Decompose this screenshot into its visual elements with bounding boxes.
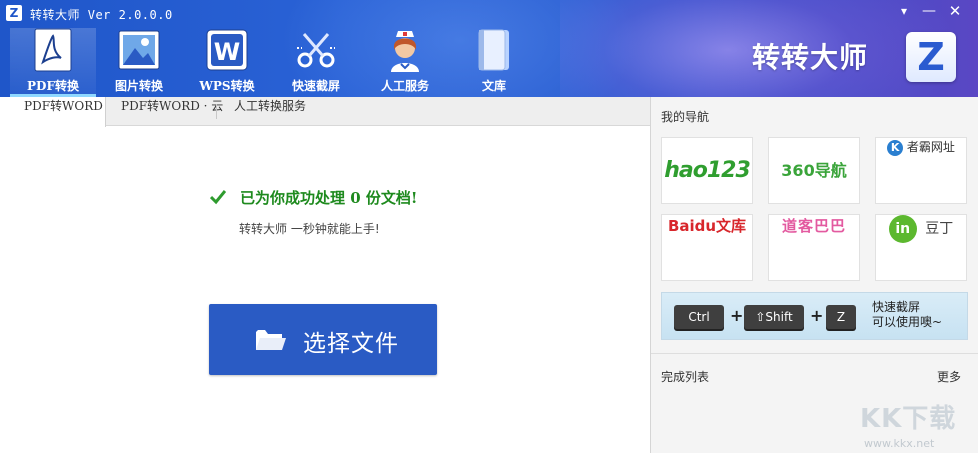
shortcut-caption-line2: 可以使用噢~ [872,315,943,329]
subtab-bar: PDF转WORD PDF转WORD · 云 人工转换服务 [0,97,650,127]
close-button[interactable]: ✕ [944,2,966,20]
book-icon [478,29,509,71]
toolbar-human-service-label: 人工服务 [380,79,429,93]
nav-tile-hao123[interactable]: hao123 [661,137,753,204]
status-message: 已为你成功处理 0 份文档! [240,189,418,207]
key-ctrl: Ctrl [674,305,724,329]
title-bar[interactable]: Z 转转大师 Ver 2.0.0.0 ▾ — ✕ [0,0,978,28]
completed-more-link[interactable]: 更多 [937,368,961,385]
pdf-icon [34,28,72,72]
toolbar-screenshot-label: 快速截屏 [291,79,340,93]
baidu-wenku-logo: Baidu文库 [667,217,747,235]
nav-tile-baidu-wenku[interactable]: Baidu文库 [661,214,753,281]
status-subtitle: 转转大师 一秒钟就能上手! [239,222,380,236]
docin-logo: 豆丁 [925,221,954,237]
select-file-button[interactable]: 选择文件 [209,304,437,375]
docin-badge-icon: in [888,215,917,243]
key-z: Z [826,305,856,329]
key-shift: ⇧Shift [744,305,804,329]
nav-title: 我的导航 [661,110,710,124]
k-badge-icon: K [887,139,904,156]
wps-icon: W [206,29,248,71]
toolbar-human-service[interactable]: 人工服务 [362,28,448,97]
completed-list-title: 完成列表 [661,370,710,384]
hao123-logo: hao123 [664,158,751,183]
window-title: 转转大师 Ver 2.0.0.0 [30,8,173,22]
app-logo-icon: Z [6,5,22,21]
nav-tile-kbd[interactable]: K 者霸网址 [875,137,967,204]
toolbar-wps-convert[interactable]: W WPS转换 [184,28,270,97]
settings-menu-button[interactable]: ▾ [893,2,915,20]
subtab-divider [216,104,217,119]
svg-text:W: W [214,38,240,66]
select-file-label: 选择文件 [303,331,399,357]
scissors-icon [297,33,335,68]
nav-tile-doc88[interactable]: 道客巴巴 [768,214,860,281]
nav-tile-docin[interactable]: in 豆丁 [875,214,967,281]
toolbar-screenshot[interactable]: 快速截屏 [273,28,359,97]
screenshot-shortcut-banner[interactable]: Ctrl + ⇧Shift + Z 快速截屏 可以使用噢~ [661,292,968,340]
kbd-logo: 者霸网址 [906,140,955,154]
360-logo: 360导航 [781,161,847,180]
tab-human-conversion[interactable]: 人工转换服务 [234,97,306,126]
tab-pdf-to-word-cloud[interactable]: PDF转WORD · 云 [121,97,223,126]
minimize-button[interactable]: — [918,2,940,20]
toolbar-library-label: 文库 [481,79,506,93]
toolbar-wps-label: WPS转换 [199,79,255,93]
watermark-logo: KK下载 [860,404,957,434]
nav-tile-360[interactable]: 360导航 [768,137,860,204]
app-header: Z 转转大师 Ver 2.0.0.0 ▾ — ✕ PDF转换 图片转换 W WP… [0,0,978,97]
watermark-url: www.kkx.net [864,437,935,450]
brand-name: 转转大师 [752,41,869,74]
convert-panel: PDF转WORD PDF转WORD · 云 人工转换服务 已为你成功处理 0 份… [0,97,650,453]
shortcut-caption: 快速截屏 可以使用噢~ [872,300,942,330]
toolbar-pdf-convert[interactable]: PDF转换 [10,28,96,97]
nurse-icon [391,31,419,72]
toolbar-image-label: 图片转换 [114,79,163,93]
plus-sign: + [810,306,824,325]
toolbar-library[interactable]: 文库 [451,28,537,97]
shortcut-caption-line1: 快速截屏 [872,300,921,314]
brand-logo-icon: Z [906,32,956,82]
plus-sign: + [730,306,744,325]
section-divider [651,353,978,354]
doc88-logo: 道客巴巴 [781,217,846,235]
folder-icon [256,330,286,350]
site-watermark: KK下载 www.kkx.net [828,398,978,453]
tab-pdf-to-word[interactable]: PDF转WORD [0,97,106,127]
check-icon [210,190,226,205]
toolbar-image-convert[interactable]: 图片转换 [96,28,182,97]
image-icon [118,30,160,70]
toolbar-pdf-label: PDF转换 [27,79,79,93]
